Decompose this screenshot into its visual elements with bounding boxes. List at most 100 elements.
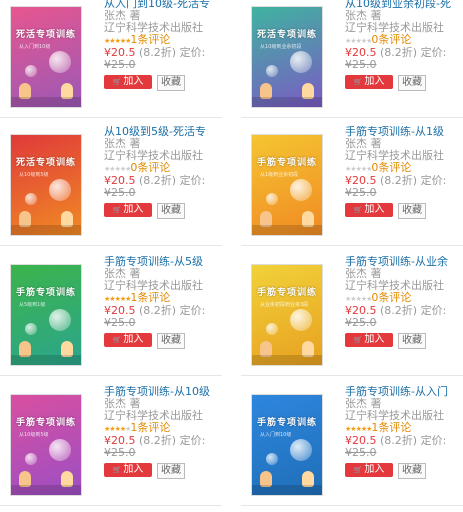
book-cover-image[interactable]: 手筋专项训练 从入门到10级 [251,394,323,496]
star-rating: ★★★★★ [345,295,372,303]
product-card: 手筋专项训练 从业余初段到业余3段 手筋专项训练-从业余 张杰 著 辽宁科学技术… [241,256,463,376]
favorite-button[interactable]: 收藏 [157,203,185,219]
add-to-cart-button[interactable]: 🛒 加入 [345,203,393,217]
book-cover-image[interactable]: 手筋专项训练 从10级到5级 [10,394,82,496]
list-price-label: 定价: [420,174,447,187]
cover-bubble [266,193,278,205]
cover-ground [11,97,81,107]
add-to-cart-button[interactable]: 🛒 加入 [104,463,152,477]
cover-subtitle: 从10级到5级 [19,432,49,438]
cover-ground [11,485,81,495]
review-count-link[interactable]: 0条评论 [371,33,411,46]
product-info: 手筋专项训练-从入门 张杰 著 辽宁科学技术出版社 ★★★★★1条评论 ¥20.… [345,386,463,479]
action-buttons: 🛒 加入 收藏 [345,75,463,91]
product-info: 从入门到10级-死活专 张杰 著 辽宁科学技术出版社 ★★★★★1条评论 ¥20… [104,0,222,91]
favorite-button[interactable]: 收藏 [398,463,426,479]
original-price: ¥25.0 [345,316,377,329]
action-buttons: 🛒 加入 收藏 [104,75,222,91]
product-info: 手筋专项训练-从10级 张杰 著 辽宁科学技术出版社 ★★★★★1条评论 ¥20… [104,386,222,479]
cover-ground [252,485,322,495]
add-to-cart-label: 加入 [364,464,385,475]
cover-title: 死活专项训练 [256,29,317,40]
add-to-cart-button[interactable]: 🛒 加入 [104,75,152,89]
add-to-cart-label: 加入 [123,76,144,87]
add-to-cart-button[interactable]: 🛒 加入 [104,333,152,347]
cover-subtitle: 从5级到1级 [19,302,46,308]
cover-bubble [49,309,71,331]
favorite-button[interactable]: 收藏 [398,333,426,349]
add-to-cart-label: 加入 [364,76,385,87]
star-rating: ★★★★★ [104,165,131,173]
add-to-cart-button[interactable]: 🛒 加入 [104,203,152,217]
favorite-button[interactable]: 收藏 [157,463,185,479]
cover-bubble [25,193,37,205]
cover-bubble [25,65,37,77]
cart-icon: 🛒 [112,336,122,344]
cart-icon: 🛒 [353,206,363,214]
add-to-cart-button[interactable]: 🛒 加入 [345,333,393,347]
product-info: 从10级到5级-死活专 张杰 著 辽宁科学技术出版社 ★★★★★0条评论 ¥20… [104,126,222,219]
star-rating: ★★★★★ [104,295,131,303]
list-price-label: 定价: [179,304,206,317]
cover-title: 手筋专项训练 [15,417,76,428]
original-price: ¥25.0 [104,446,136,459]
action-buttons: 🛒 加入 收藏 [104,333,222,349]
favorite-button[interactable]: 收藏 [398,75,426,91]
review-count-link[interactable]: 1条评论 [130,421,170,434]
cover-bubble [266,323,278,335]
original-price: ¥25.0 [104,316,136,329]
favorite-button[interactable]: 收藏 [157,75,185,91]
book-cover-image[interactable]: 死活专项训练 从10级到业余初段 [251,6,323,108]
cover-bubble [290,439,312,461]
cover-bubble [290,51,312,73]
product-info: 手筋专项训练-从业余 张杰 著 辽宁科学技术出版社 ★★★★★0条评论 ¥20.… [345,256,463,349]
cover-subtitle: 从入门到10级 [260,432,292,438]
product-card: 手筋专项训练 从10级到5级 手筋专项训练-从10级 张杰 著 辽宁科学技术出版… [0,386,222,506]
cover-title: 手筋专项训练 [256,417,317,428]
cover-subtitle: 从10级到业余初段 [260,44,302,50]
book-cover-image[interactable]: 手筋专项训练 从1级到业余初段 [251,134,323,236]
review-count-link[interactable]: 1条评论 [130,33,170,46]
add-to-cart-button[interactable]: 🛒 加入 [345,75,393,89]
book-cover-image[interactable]: 手筋专项训练 从5级到1级 [10,264,82,366]
discount: (8.2折) [380,174,418,187]
star-rating: ★★★★★ [104,425,131,433]
cover-subtitle: 从入门到10级 [19,44,51,50]
cover-bubble [290,309,312,331]
favorite-button[interactable]: 收藏 [157,333,185,349]
action-buttons: 🛒 加入 收藏 [104,463,222,479]
book-cover-image[interactable]: 死活专项训练 从入门到10级 [10,6,82,108]
original-price: ¥25.0 [345,186,377,199]
cart-icon: 🛒 [353,466,363,474]
cart-icon: 🛒 [112,78,122,86]
original-price: ¥25.0 [345,446,377,459]
add-to-cart-label: 加入 [123,204,144,215]
cover-title: 手筋专项训练 [256,157,317,168]
add-to-cart-button[interactable]: 🛒 加入 [345,463,393,477]
action-buttons: 🛒 加入 收藏 [345,333,463,349]
review-count-link[interactable]: 0条评论 [130,161,170,174]
favorite-button[interactable]: 收藏 [398,203,426,219]
star-rating: ★★★★★ [345,37,372,45]
product-card: 手筋专项训练 从1级到业余初段 手筋专项训练-从1级 张杰 著 辽宁科学技术出版… [241,126,463,246]
product-card: 死活专项训练 从入门到10级 从入门到10级-死活专 张杰 著 辽宁科学技术出版… [0,0,222,118]
list-price-label: 定价: [420,434,447,447]
review-count-link[interactable]: 1条评论 [130,291,170,304]
star-rating: ★★★★★ [345,425,372,433]
cover-bubble [290,179,312,201]
review-count-link[interactable]: 0条评论 [371,161,411,174]
product-info: 手筋专项训练-从5级 张杰 著 辽宁科学技术出版社 ★★★★★1条评论 ¥20.… [104,256,222,349]
cover-ground [252,355,322,365]
cover-title: 死活专项训练 [15,157,76,168]
discount: (8.2折) [380,434,418,447]
product-card: 手筋专项训练 从5级到1级 手筋专项训练-从5级 张杰 著 辽宁科学技术出版社 … [0,256,222,376]
book-cover-image[interactable]: 手筋专项训练 从业余初段到业余3段 [251,264,323,366]
cover-ground [252,225,322,235]
book-cover-image[interactable]: 死活专项训练 从10级到5级 [10,134,82,236]
cover-subtitle: 从业余初段到业余3段 [260,302,309,308]
list-price-label: 定价: [179,46,206,59]
review-count-link[interactable]: 0条评论 [371,291,411,304]
review-count-link[interactable]: 1条评论 [371,421,411,434]
add-to-cart-label: 加入 [123,464,144,475]
discount: (8.2折) [380,46,418,59]
